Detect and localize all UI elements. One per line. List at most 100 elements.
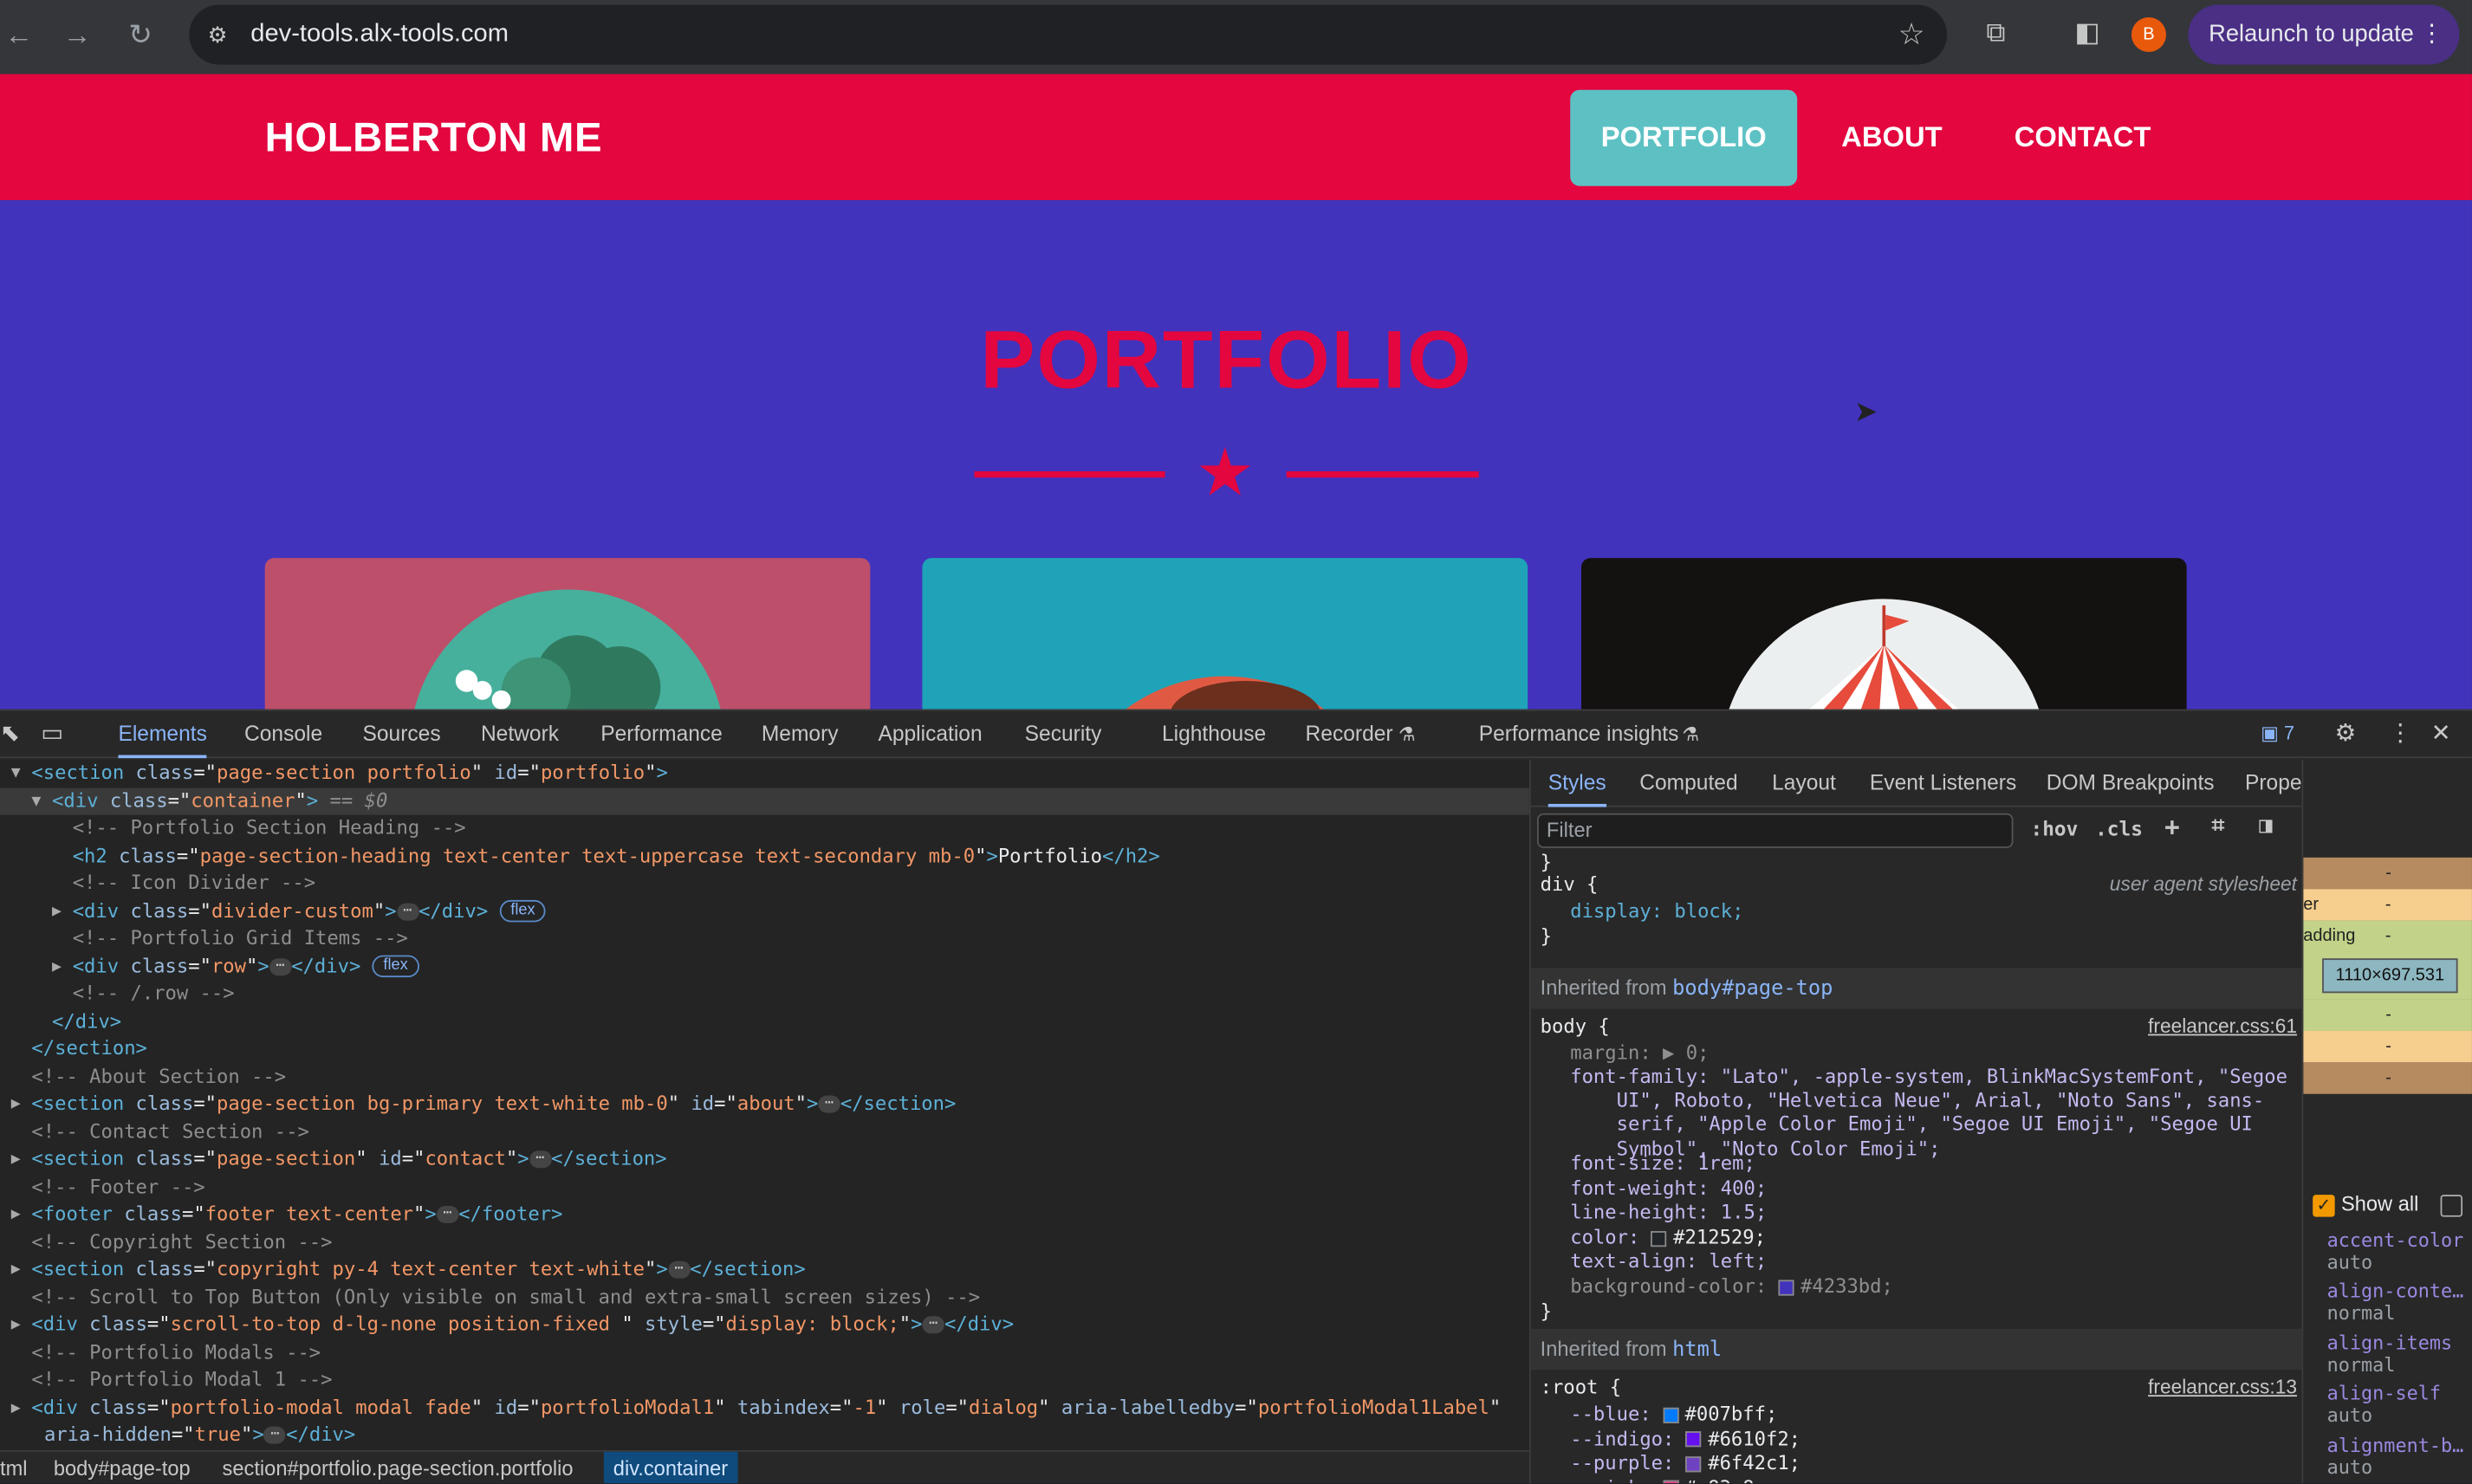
breadcrumb-body[interactable]: body#page-top (44, 1452, 200, 1483)
box-padding-bottom[interactable]: - (2303, 999, 2472, 1031)
decl-font-weight[interactable]: font-weight: 400; (1570, 1177, 1767, 1202)
flex-badge[interactable]: flex (499, 899, 547, 923)
bookmark-star-icon[interactable]: ☆ (1898, 17, 1925, 54)
nav-portfolio[interactable]: PORTFOLIO (1570, 89, 1798, 186)
portfolio-card-cake[interactable] (922, 558, 1528, 710)
tab-lighthouse[interactable]: Lighthouse (1162, 711, 1266, 759)
expand-arrow-icon[interactable]: ▶ (52, 953, 71, 981)
tab-properties[interactable]: Properties (2245, 760, 2302, 807)
collapsed-ellipsis-icon[interactable]: ⋯ (436, 1205, 459, 1223)
css-variable-decl[interactable]: --blue: #007bff; (1570, 1403, 1777, 1427)
tab-memory[interactable]: Memory (762, 711, 839, 759)
show-all-toggle[interactable]: ✓ Show all (2313, 1192, 2469, 1216)
dom-node-row[interactable]: ▶ <div class="portfolio-modal modal fade… (0, 1394, 1502, 1422)
expand-arrow-icon[interactable]: ▶ (52, 898, 71, 925)
dom-node-row[interactable]: ▶ <div class="row"> ⋯ </div> flex (0, 953, 419, 981)
dom-node-row[interactable]: <!-- Icon Divider --> (0, 870, 315, 898)
dom-node-row[interactable]: <!-- Portfolio Grid Items --> (0, 925, 408, 953)
dom-node-row[interactable]: ▶ <section class="copyright py-4 text-ce… (0, 1256, 806, 1284)
breadcrumb-section[interactable]: section#portfolio.page-section.portfolio (213, 1452, 583, 1483)
rule-root-source[interactable]: freelancer.css:13 (2148, 1376, 2297, 1397)
box-content-size[interactable]: 1110×697.531 (2322, 958, 2458, 994)
dom-node-row[interactable]: </div> (0, 1008, 121, 1036)
dom-node-row[interactable]: <!-- About Section --> (0, 1063, 286, 1091)
color-swatch[interactable] (1778, 1279, 1794, 1295)
dom-node-row[interactable]: ▶ <div class="scroll-to-top d-lg-none po… (0, 1312, 1014, 1339)
tab-security[interactable]: Security (1025, 711, 1102, 759)
tab-recorder[interactable]: Recorder (1306, 711, 1393, 759)
decl-background-color[interactable]: background-color: #4233bd; (1570, 1275, 1893, 1299)
decl-line-height[interactable]: line-height: 1.5; (1570, 1201, 1767, 1225)
computed-property[interactable]: accent-color auto (2327, 1229, 2464, 1273)
box-border[interactable]: er - (2303, 889, 2472, 921)
tab-performance[interactable]: Performance (600, 711, 723, 759)
color-swatch[interactable] (1663, 1406, 1679, 1423)
expand-arrow-icon[interactable]: ▶ (11, 1394, 30, 1422)
computed-property[interactable]: alignment-b… auto (2327, 1434, 2464, 1478)
inherited-html-link[interactable]: html (1672, 1338, 1722, 1362)
dom-node-row[interactable]: ▶ <section class="page-section" id="cont… (0, 1146, 667, 1174)
site-brand[interactable]: HOLBERTON ME (265, 113, 602, 162)
portfolio-card-cabin[interactable] (264, 558, 871, 710)
rule-div-decl[interactable]: display: block; (1570, 900, 1743, 924)
computed-property[interactable]: align-self auto (2327, 1383, 2441, 1427)
breadcrumb-html[interactable]: tml (0, 1452, 36, 1483)
dom-node-row[interactable]: ▶ <section class="page-section bg-primar… (0, 1091, 957, 1118)
collapsed-ellipsis-icon[interactable]: ⋯ (396, 902, 419, 920)
css-variable-decl[interactable]: --indigo: #6610f2; (1570, 1428, 1800, 1452)
decl-font-family[interactable]: font-family: "Lato", -apple-system, Blin… (1570, 1066, 2287, 1162)
collapsed-ellipsis-icon[interactable]: ⋯ (922, 1316, 944, 1334)
dom-node-row[interactable]: <!-- Contact Section --> (0, 1118, 308, 1146)
dom-node-row[interactable]: <!-- Scroll to Top Button (Only visible … (0, 1284, 980, 1312)
dom-node-row[interactable]: ▼ <div class="container"> == $0 (0, 787, 1529, 815)
more-menu-icon[interactable]: ⋮ (2420, 4, 2443, 64)
dom-node-row[interactable]: <!-- Portfolio Modals --> (0, 1339, 321, 1367)
decl-color[interactable]: color: #212529; (1570, 1227, 1766, 1251)
dom-node-row[interactable]: <!-- Footer --> (0, 1174, 204, 1202)
computed-property[interactable]: align-conte… normal (2327, 1280, 2464, 1325)
expand-arrow-icon[interactable]: ▼ (11, 760, 30, 787)
collapsed-ellipsis-icon[interactable]: ⋯ (667, 1260, 691, 1279)
dom-node-row[interactable]: aria-hidden="true"> ⋯ </div> (0, 1422, 355, 1449)
css-variable-decl[interactable]: --purple: #6f42c1; (1570, 1452, 1800, 1476)
profile-avatar[interactable]: B (2131, 17, 2166, 53)
rule-body-source[interactable]: freelancer.css:61 (2148, 1015, 2297, 1037)
tab-application[interactable]: Application (878, 711, 982, 759)
close-icon[interactable]: ✕ (2431, 719, 2451, 748)
issues-counter[interactable]: ▣ 7 (2261, 722, 2294, 743)
portfolio-card-circus[interactable] (1580, 558, 2187, 710)
breadcrumb-div-container[interactable]: div.container (603, 1451, 738, 1484)
computed-property[interactable]: align-items normal (2327, 1332, 2453, 1376)
color-swatch[interactable] (1685, 1455, 1702, 1472)
elements-tree[interactable]: ▼ <section class="page-section portfolio… (0, 759, 1529, 1450)
dom-node-row[interactable]: ▼ <section class="page-section portfolio… (0, 760, 668, 787)
device-toolbar-icon[interactable]: ▭ (41, 719, 63, 748)
tab-layout[interactable]: Layout (1772, 760, 1836, 807)
collapsed-ellipsis-icon[interactable]: ⋯ (263, 1426, 287, 1444)
forward-icon[interactable]: → (58, 16, 96, 54)
color-swatch[interactable] (1651, 1230, 1667, 1247)
tab-performance-insights[interactable]: Performance insights (1479, 711, 1679, 759)
hover-state-button[interactable]: :hov (2031, 817, 2079, 840)
decl-margin[interactable]: margin: ▶ 0; (1570, 1042, 1709, 1066)
class-toggle-button[interactable]: .cls (2095, 817, 2143, 840)
dom-node-row[interactable]: </section> (0, 1035, 147, 1063)
tab-elements[interactable]: Elements (118, 711, 207, 759)
toggle-sidebar-icon[interactable]: ◨ (2259, 813, 2272, 839)
nav-about[interactable]: ABOUT (1816, 90, 1968, 186)
dom-node-row[interactable]: <!-- /.row --> (0, 981, 235, 1008)
tab-sources[interactable]: Sources (362, 711, 440, 759)
dom-node-row[interactable]: <!-- Copyright Section --> (0, 1228, 332, 1256)
reload-icon[interactable]: ↻ (121, 16, 159, 54)
tab-styles[interactable]: Styles (1547, 760, 1606, 807)
inherited-body-link[interactable]: body#page-top (1672, 977, 1833, 1001)
settings-gear-icon[interactable]: ⚙ (2335, 719, 2356, 748)
tab-network[interactable]: Network (481, 711, 559, 759)
expand-arrow-icon[interactable]: ▶ (11, 1312, 30, 1339)
collapsed-ellipsis-icon[interactable]: ⋯ (269, 957, 292, 975)
box-padding[interactable]: adding - (2303, 920, 2472, 952)
box-margin[interactable]: - (2303, 857, 2472, 890)
nav-contact[interactable]: CONTACT (1989, 90, 2176, 186)
add-rule-icon[interactable]: + (2164, 812, 2180, 842)
rule-div-selector[interactable]: div { (1541, 873, 1599, 898)
